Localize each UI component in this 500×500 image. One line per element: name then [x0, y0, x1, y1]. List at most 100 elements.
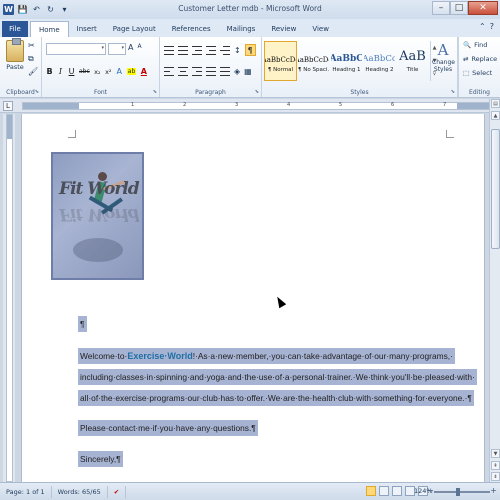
undo-icon[interactable]: ↶	[31, 4, 42, 15]
align-right-icon[interactable]	[192, 67, 202, 76]
style-no-spacing[interactable]: AaBbCcDc ¶ No Spaci...	[297, 41, 330, 81]
zoom-in-icon[interactable]: +	[490, 486, 497, 495]
italic-button[interactable]: I	[57, 67, 64, 76]
selected-text: Sincerely,¶	[78, 451, 123, 467]
body-line-3[interactable]: all·of·the·exercise·programs·our·club·ha…	[78, 390, 474, 406]
horizontal-ruler[interactable]: L 1 2 3 4 5 6 7	[0, 99, 500, 113]
fit-world-logo-image[interactable]: Fit World Fit World	[51, 152, 144, 280]
increase-indent-icon[interactable]	[220, 45, 230, 55]
shading-icon[interactable]: ◈	[234, 67, 240, 76]
cut-icon[interactable]: ✂	[28, 41, 35, 50]
close-button[interactable]: ✕	[468, 1, 498, 15]
previous-page-icon[interactable]: ⇞	[491, 461, 500, 470]
format-painter-icon[interactable]: 🖌	[28, 67, 38, 76]
highlight-button[interactable]: ab	[126, 68, 137, 75]
tab-file[interactable]: File	[2, 21, 28, 37]
numbering-icon[interactable]	[178, 45, 188, 55]
save-icon[interactable]: 💾	[17, 4, 28, 15]
style-heading-1[interactable]: AaBbC Heading 1	[330, 41, 363, 81]
vertical-ruler[interactable]	[3, 114, 15, 482]
body-line-1[interactable]: Welcome·to·Exercise·World!·As·a·new·memb…	[78, 348, 455, 364]
font-color-button[interactable]: A	[140, 67, 147, 76]
style-normal[interactable]: AaBbCcDc ¶ Normal	[264, 41, 297, 81]
multilevel-list-icon[interactable]	[192, 45, 202, 55]
help-controls: ⌃ ?	[479, 22, 494, 31]
body-line-5[interactable]: Sincerely,¶	[78, 451, 123, 467]
tab-view[interactable]: View	[304, 21, 337, 37]
word-count[interactable]: Words: 65/65	[52, 485, 108, 498]
zoom-slider[interactable]: − +	[427, 486, 497, 496]
superscript-button[interactable]: x²	[105, 68, 112, 76]
ruler-number: 4	[287, 102, 291, 108]
subscript-button[interactable]: x₂	[94, 68, 101, 76]
style-heading-2[interactable]: AaBbCc Heading 2	[363, 41, 396, 81]
next-page-icon[interactable]: ⇟	[491, 472, 500, 481]
tab-selector[interactable]: L	[3, 101, 13, 111]
select-button[interactable]: ⬚ Select	[463, 69, 492, 77]
proofing-icon[interactable]: ✔	[108, 485, 127, 498]
word-logo-icon[interactable]: W	[3, 4, 14, 15]
scroll-up-icon[interactable]: ▲	[491, 111, 500, 120]
bullets-icon[interactable]	[164, 45, 174, 55]
text-effects-button[interactable]: A	[116, 67, 123, 76]
tab-home[interactable]: Home	[30, 21, 69, 37]
help-icon[interactable]: ?	[490, 22, 494, 31]
find-label: Find	[474, 41, 488, 49]
full-screen-reading-button[interactable]	[379, 486, 389, 496]
empty-paragraph[interactable]: ¶	[78, 316, 87, 332]
maximize-button[interactable]: □	[450, 1, 468, 15]
font-name-dropdown[interactable]: ▾	[46, 43, 106, 55]
show-formatting-button[interactable]: ¶	[244, 44, 256, 56]
minimize-ribbon-icon[interactable]: ⌃	[479, 22, 486, 31]
grow-font-icon[interactable]: A	[128, 43, 133, 52]
clipboard-launcher-icon[interactable]: ⬊	[35, 89, 39, 95]
page-count[interactable]: Page: 1 of 1	[0, 485, 52, 498]
customize-qat-icon[interactable]: ▾	[59, 4, 70, 15]
bold-button[interactable]: B	[46, 67, 53, 76]
font-launcher-icon[interactable]: ⬊	[153, 89, 157, 95]
style-title[interactable]: AaB Title	[396, 41, 429, 81]
tab-mailings[interactable]: Mailings	[219, 21, 264, 37]
style-name: ¶ Normal	[267, 67, 294, 73]
tab-references[interactable]: References	[164, 21, 219, 37]
minimize-button[interactable]: –	[432, 1, 450, 15]
replace-button[interactable]: ⇄ Replace	[463, 55, 497, 63]
ruler-toggle-icon[interactable]: ▤	[491, 99, 500, 108]
strikethrough-button[interactable]: abc	[79, 68, 90, 75]
line-spacing-icon[interactable]	[220, 67, 230, 76]
style-name: Title	[406, 67, 419, 73]
tab-insert[interactable]: Insert	[69, 21, 105, 37]
body-line-2[interactable]: including·classes·in·spinning·and·yoga·a…	[78, 369, 477, 385]
tab-page-layout[interactable]: Page Layout	[105, 21, 164, 37]
paste-button[interactable]: Paste	[4, 38, 26, 71]
align-center-icon[interactable]	[178, 67, 188, 76]
sort-icon[interactable]: ↕	[234, 46, 241, 55]
document-area[interactable]: Fit World Fit World ¶ Welcome·to·Exercis…	[17, 114, 489, 482]
zoom-out-icon[interactable]: −	[427, 486, 434, 495]
replace-icon: ⇄	[463, 55, 469, 63]
tab-review[interactable]: Review	[263, 21, 304, 37]
print-layout-button[interactable]	[366, 486, 376, 496]
copy-icon[interactable]: ⧉	[28, 54, 34, 64]
decrease-indent-icon[interactable]	[206, 45, 216, 55]
document-page[interactable]: Fit World Fit World ¶ Welcome·to·Exercis…	[21, 114, 485, 482]
change-styles-button[interactable]: A Change Styles	[432, 41, 455, 73]
ruler-track[interactable]: 1 2 3 4 5 6 7	[22, 102, 490, 110]
justify-icon[interactable]	[206, 67, 216, 76]
style-sample: AaBbCc	[364, 54, 395, 64]
vertical-scrollbar[interactable]: ▤ ▲ ▼ ⇞ ⇟	[489, 99, 500, 482]
borders-icon[interactable]: ▦	[244, 67, 252, 76]
body-line-4[interactable]: Please·contact·me·if·you·have·any·questi…	[78, 420, 258, 436]
find-button[interactable]: 🔍 Find	[463, 41, 487, 49]
underline-button[interactable]: U	[68, 67, 75, 76]
shrink-font-icon[interactable]: A	[137, 43, 141, 52]
change-styles-label: Change Styles	[432, 59, 455, 73]
font-size-dropdown[interactable]: ▾	[108, 43, 126, 55]
align-left-icon[interactable]	[164, 67, 174, 76]
scroll-down-icon[interactable]: ▼	[491, 449, 500, 458]
web-layout-button[interactable]	[392, 486, 402, 496]
zoom-slider-thumb[interactable]	[456, 488, 460, 496]
paragraph-launcher-icon[interactable]: ⬊	[255, 89, 259, 95]
scroll-thumb[interactable]	[491, 129, 500, 249]
redo-icon[interactable]: ↻	[45, 4, 56, 15]
